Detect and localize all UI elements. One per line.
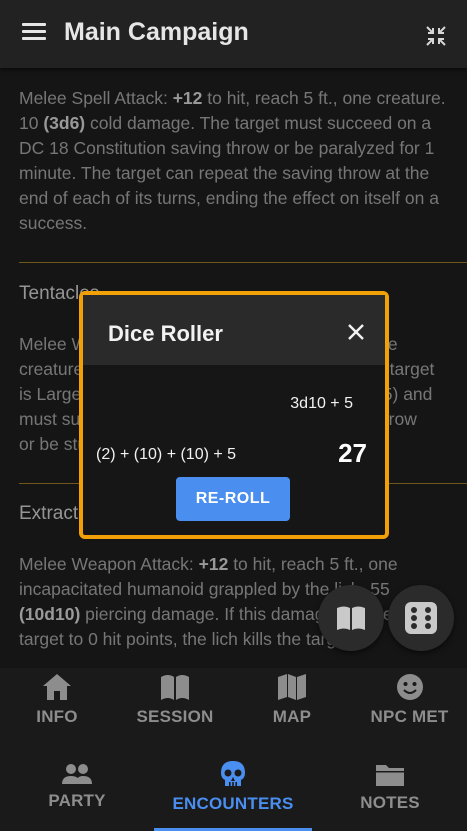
nav-item-npc-met[interactable]: NPC MET [362, 673, 457, 727]
nav-item-encounters[interactable]: ENCOUNTERS [163, 760, 303, 814]
skull-icon [221, 761, 245, 786]
page-title: Main Campaign [64, 18, 249, 46]
nav-label: INFO [36, 707, 78, 726]
nav-item-map[interactable]: MAP [257, 673, 327, 727]
nav-item-session[interactable]: SESSION [125, 673, 225, 727]
book-icon [161, 675, 189, 700]
nav-label: MAP [272, 707, 312, 726]
hamburger-menu-icon[interactable] [22, 23, 46, 43]
nav-label: ENCOUNTERS [172, 794, 294, 813]
map-icon [278, 674, 306, 700]
people-icon [62, 764, 92, 784]
folder-icon [376, 765, 404, 786]
nav-item-info[interactable]: INFO [22, 673, 92, 727]
dice-formula: 3d10 + 5 [290, 395, 353, 412]
home-icon [43, 674, 71, 700]
dialog-header: Dice Roller [83, 295, 385, 365]
dice-five-icon [405, 602, 437, 634]
roll-breakdown: (2) + (10) + (10) + 5 [96, 446, 237, 463]
nav-label: NPC MET [370, 707, 449, 726]
close-icon[interactable] [347, 323, 365, 341]
nav-label: SESSION [136, 707, 214, 726]
app-header: Main Campaign [0, 0, 467, 68]
smile-icon [396, 674, 423, 700]
reroll-button[interactable]: RE-ROLL [176, 477, 290, 521]
nav-item-notes[interactable]: NOTES [350, 763, 430, 813]
bottom-navigation: INFO SESSION MAP NPC MET PARTY ENCOUNTER… [0, 668, 467, 831]
dialog-title: Dice Roller [108, 321, 223, 346]
book-open-icon [337, 606, 365, 630]
nav-label: NOTES [360, 793, 420, 812]
dice-roller-dialog: Dice Roller 3d10 + 5 (2) + (10) + (10) +… [79, 291, 389, 539]
dice-fab-button[interactable] [388, 585, 454, 651]
collapse-icon[interactable] [424, 24, 448, 48]
nav-item-party[interactable]: PARTY [37, 763, 117, 811]
roll-total: 27 [338, 438, 367, 468]
book-fab-button[interactable] [318, 585, 384, 651]
nav-label: PARTY [48, 791, 106, 810]
